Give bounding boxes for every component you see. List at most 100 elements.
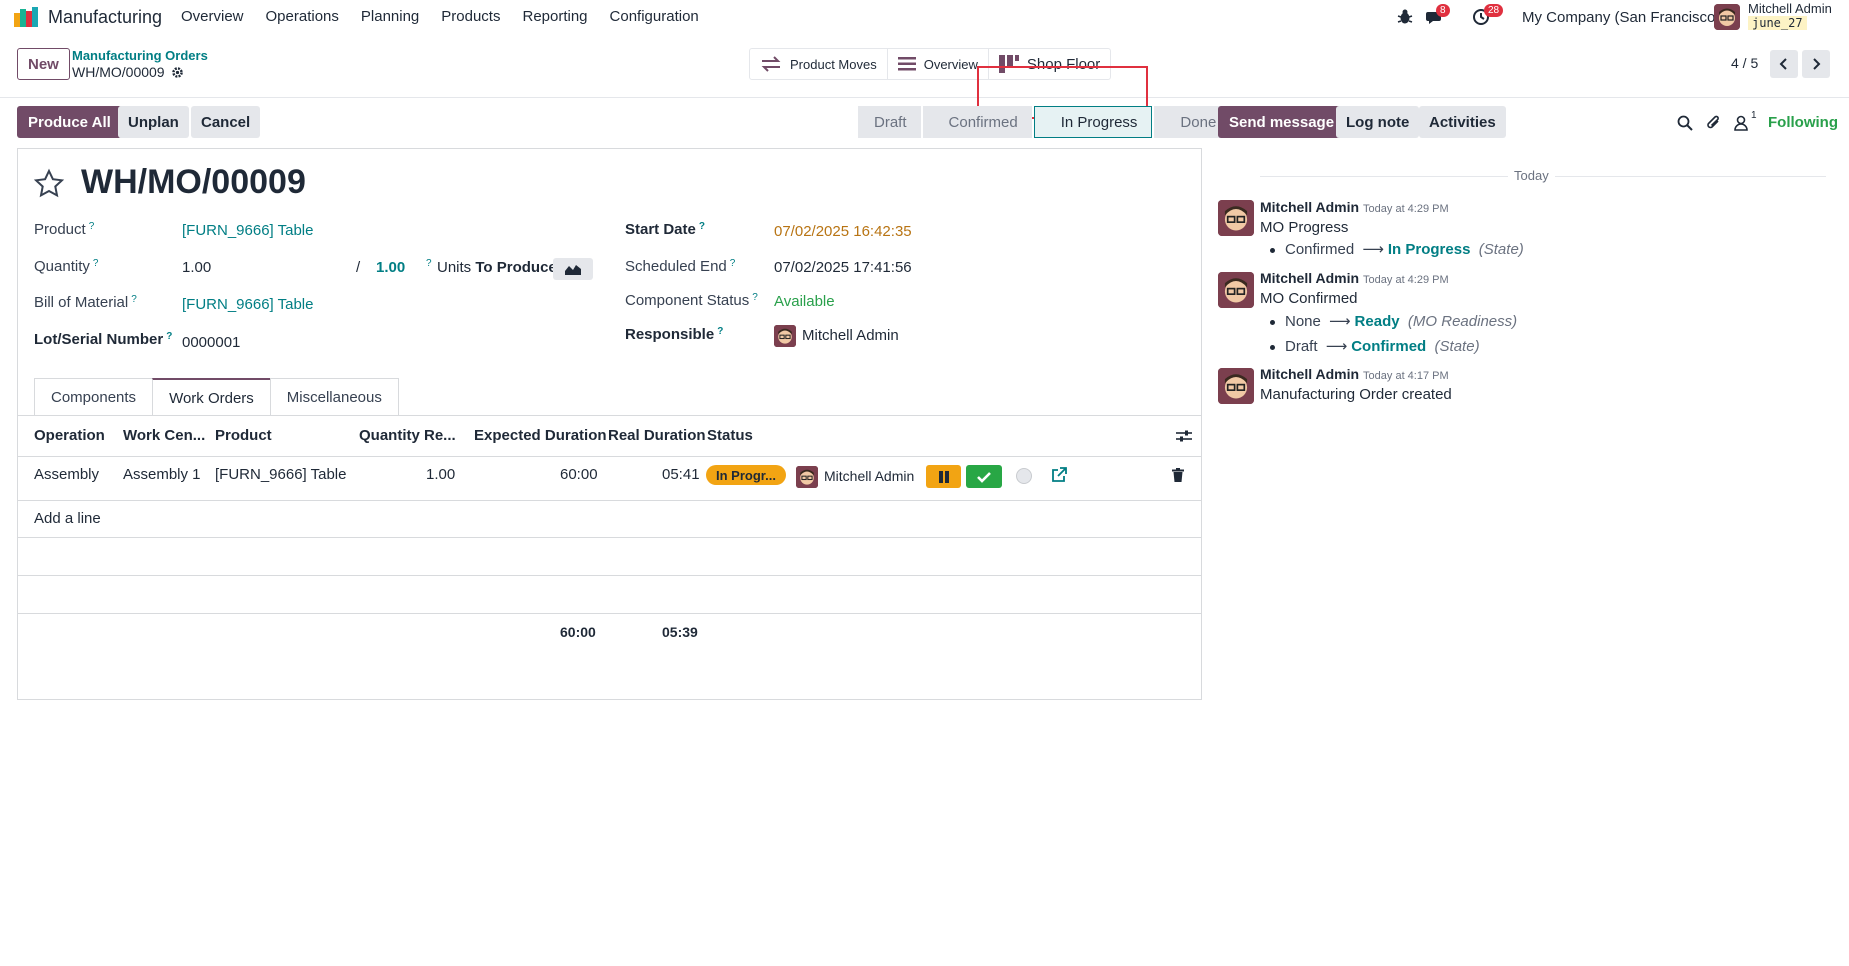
product-moves-button[interactable]: Product Moves bbox=[750, 49, 888, 79]
message-avatar[interactable] bbox=[1218, 368, 1254, 404]
check-icon bbox=[977, 471, 991, 483]
col-quantity[interactable]: Quantity Re... bbox=[359, 427, 456, 444]
breadcrumb-parent[interactable]: Manufacturing Orders bbox=[72, 48, 208, 63]
company-switcher[interactable]: My Company (San Francisco) bbox=[1522, 9, 1720, 26]
col-real-duration[interactable]: Real Duration bbox=[608, 427, 706, 444]
message-author[interactable]: Mitchell Admin Today at 4:17 PM bbox=[1260, 366, 1449, 382]
menu-overview[interactable]: Overview bbox=[181, 8, 244, 25]
record-title[interactable]: WH/MO/00009 bbox=[81, 163, 306, 202]
tracking-value: Confirmed ⟶ In Progress (State) bbox=[1270, 240, 1524, 258]
debug-bug-icon[interactable] bbox=[1396, 8, 1414, 26]
overview-label: Overview bbox=[923, 56, 978, 72]
responsible-field[interactable]: Mitchell Admin bbox=[774, 325, 899, 347]
row-operation[interactable]: Assembly bbox=[34, 466, 99, 483]
avatar-face-icon bbox=[774, 325, 796, 347]
menu-products[interactable]: Products bbox=[441, 8, 500, 25]
avatar-face-icon bbox=[1218, 200, 1254, 236]
manufacturing-app-icon[interactable] bbox=[14, 7, 38, 27]
component-status-field: Available bbox=[774, 293, 835, 310]
row-divider bbox=[17, 613, 1202, 614]
date-label: Today bbox=[1508, 168, 1555, 183]
lot-field[interactable]: 0000001 bbox=[182, 334, 240, 351]
user-name[interactable]: Mitchell Admin bbox=[1748, 1, 1832, 16]
star-icon[interactable] bbox=[33, 168, 65, 200]
col-work-center[interactable]: Work Cen... bbox=[123, 427, 205, 444]
done-button[interactable] bbox=[966, 465, 1002, 488]
pager-previous-button[interactable] bbox=[1770, 50, 1798, 78]
pager-value[interactable]: 4 / 5 bbox=[1731, 55, 1758, 71]
gear-icon[interactable] bbox=[171, 66, 184, 79]
message-body: MO Confirmed bbox=[1260, 290, 1358, 307]
tab-work-orders[interactable]: Work Orders bbox=[152, 378, 271, 416]
menu-planning[interactable]: Planning bbox=[361, 8, 419, 25]
header-divider bbox=[17, 456, 1202, 457]
message-avatar[interactable] bbox=[1218, 200, 1254, 236]
app-name[interactable]: Manufacturing bbox=[48, 7, 162, 28]
bom-field[interactable]: [FURN_9666] Table bbox=[182, 296, 313, 313]
user-icon bbox=[1734, 115, 1748, 131]
activities-button-chatter[interactable]: Activities bbox=[1419, 106, 1506, 138]
menu-operations[interactable]: Operations bbox=[266, 8, 339, 25]
row-select-radio[interactable] bbox=[1016, 468, 1032, 484]
responsible-avatar bbox=[774, 325, 796, 347]
quantity-field[interactable]: 1.00 bbox=[182, 259, 211, 276]
message-author[interactable]: Mitchell Admin Today at 4:29 PM bbox=[1260, 270, 1449, 286]
message-avatar[interactable] bbox=[1218, 272, 1254, 308]
stage-confirmed[interactable]: Confirmed bbox=[922, 106, 1032, 138]
start-date-field[interactable]: 07/02/2025 16:42:35 bbox=[774, 223, 912, 240]
col-expected-duration[interactable]: Expected Duration bbox=[474, 427, 607, 444]
messages-badge: 8 bbox=[1436, 4, 1450, 17]
quantity-separator: / bbox=[356, 259, 361, 276]
row-quantity[interactable]: 1.00 bbox=[426, 466, 455, 483]
scheduled-end-field[interactable]: 07/02/2025 17:41:56 bbox=[774, 259, 912, 276]
menu-configuration[interactable]: Configuration bbox=[610, 8, 699, 25]
unplan-button[interactable]: Unplan bbox=[118, 106, 189, 138]
stage-draft[interactable]: Draft bbox=[858, 106, 921, 138]
optional-columns-icon[interactable] bbox=[1176, 429, 1192, 443]
col-product[interactable]: Product bbox=[215, 427, 272, 444]
pause-button[interactable] bbox=[926, 465, 961, 488]
external-link-icon[interactable] bbox=[1051, 467, 1067, 483]
col-status[interactable]: Status bbox=[707, 427, 753, 444]
chevron-right-icon bbox=[1813, 58, 1821, 70]
new-button[interactable]: New bbox=[17, 48, 70, 80]
avatar-face-icon bbox=[796, 466, 818, 488]
paperclip-icon[interactable] bbox=[1706, 114, 1722, 132]
log-note-button[interactable]: Log note bbox=[1336, 106, 1420, 138]
following-button[interactable]: Following bbox=[1768, 114, 1838, 131]
send-message-button[interactable]: Send message bbox=[1218, 106, 1346, 138]
overview-button[interactable]: Overview bbox=[888, 49, 989, 79]
avatar-face-icon bbox=[1714, 4, 1740, 30]
product-label: Product? bbox=[34, 221, 95, 238]
row-user[interactable]: Mitchell Admin bbox=[796, 466, 914, 488]
row-user-name: Mitchell Admin bbox=[824, 467, 915, 484]
add-line-link[interactable]: Add a line bbox=[34, 510, 101, 527]
cancel-button[interactable]: Cancel bbox=[191, 106, 261, 138]
status-badge: In Progr... bbox=[706, 465, 786, 485]
product-field[interactable]: [FURN_9666] Table bbox=[182, 222, 313, 239]
row-product[interactable]: [FURN_9666] Table bbox=[215, 466, 346, 483]
row-work-center[interactable]: Assembly 1 bbox=[123, 466, 201, 483]
pager-next-button[interactable] bbox=[1802, 50, 1830, 78]
trash-icon[interactable] bbox=[1172, 468, 1184, 482]
row-expected-duration[interactable]: 60:00 bbox=[560, 466, 598, 483]
col-operation[interactable]: Operation bbox=[34, 427, 105, 444]
row-user-avatar bbox=[796, 466, 818, 488]
followers-button[interactable]: 1 bbox=[1734, 110, 1764, 133]
messages-button[interactable]: 8 bbox=[1426, 4, 1450, 26]
user-avatar[interactable] bbox=[1714, 4, 1740, 30]
tab-divider bbox=[17, 415, 1202, 416]
tab-miscellaneous[interactable]: Miscellaneous bbox=[269, 378, 399, 416]
forecast-chart-button[interactable] bbox=[553, 258, 593, 280]
search-icon[interactable] bbox=[1677, 115, 1693, 131]
message-body: MO Progress bbox=[1260, 219, 1349, 236]
activities-button[interactable]: 28 bbox=[1472, 4, 1504, 26]
message-author[interactable]: Mitchell Admin Today at 4:29 PM bbox=[1260, 199, 1449, 215]
menu-reporting[interactable]: Reporting bbox=[522, 8, 587, 25]
produce-all-button[interactable]: Produce All bbox=[17, 106, 122, 138]
main-menu: Overview Operations Planning Products Re… bbox=[181, 8, 721, 25]
quantity-target[interactable]: 1.00 bbox=[376, 259, 405, 276]
tab-components[interactable]: Components bbox=[34, 378, 154, 416]
row-real-duration[interactable]: 05:41 bbox=[662, 466, 700, 483]
stage-in-progress[interactable]: In Progress bbox=[1033, 106, 1153, 138]
